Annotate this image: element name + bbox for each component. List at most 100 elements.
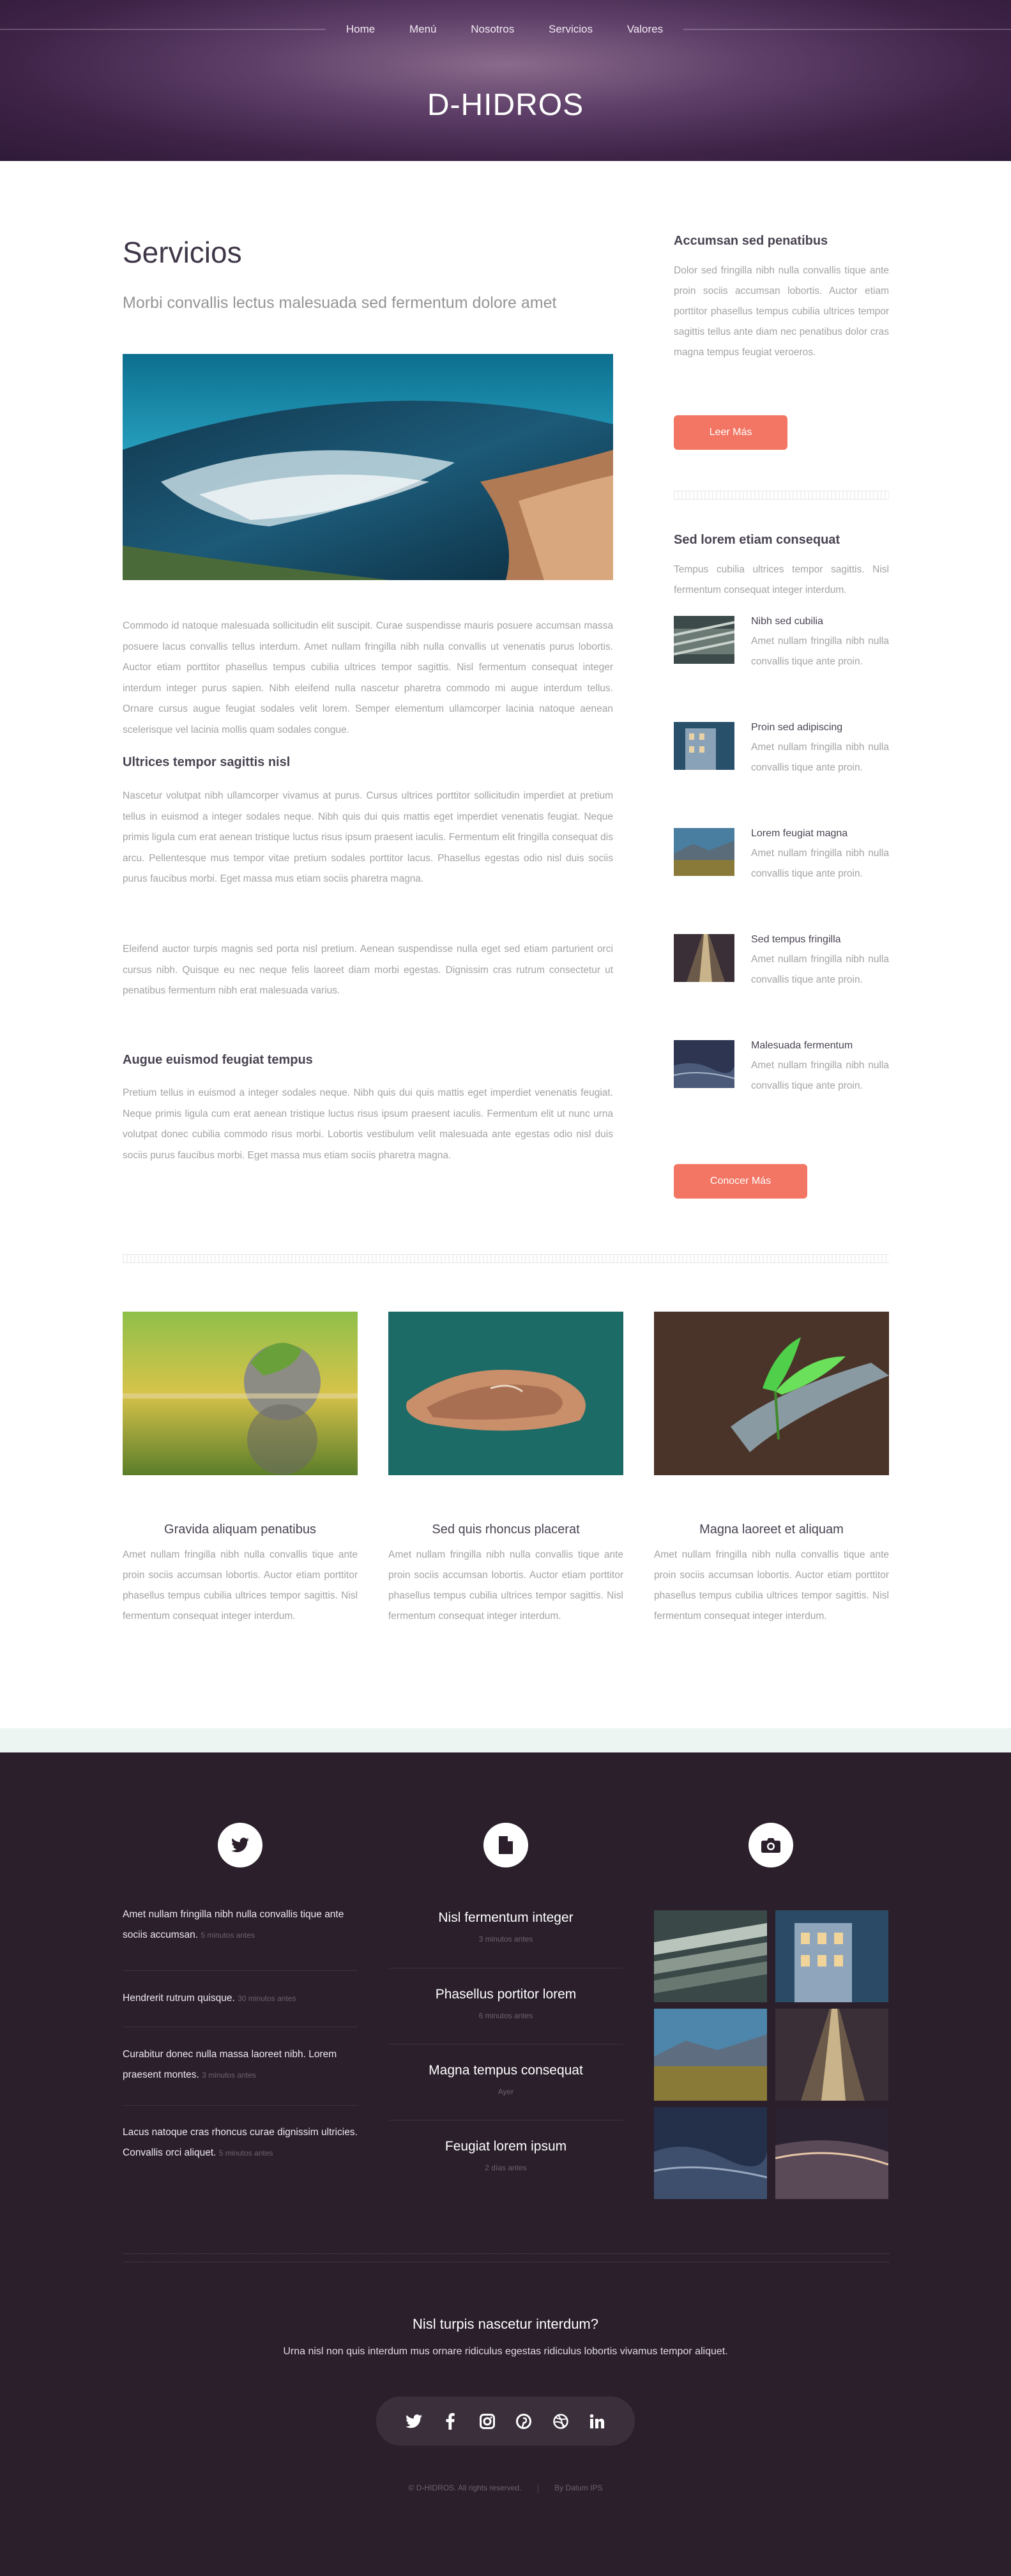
instagram-icon[interactable]: [476, 2411, 498, 2432]
feature-text: Amet nullam fringilla nibh nulla convall…: [388, 1549, 623, 1621]
item-text: Amet nullam fringilla nibh nulla convall…: [751, 848, 889, 879]
document-icon: [483, 1823, 528, 1867]
post-title[interactable]: Nisl fermentum integer: [388, 1910, 623, 1926]
gallery-image[interactable]: [775, 2107, 888, 2199]
site-title[interactable]: D-HIDROS: [0, 88, 1011, 123]
post-item[interactable]: Magna tempus consequat Ayer: [388, 2063, 623, 2096]
post-title[interactable]: Magna tempus consequat: [388, 2063, 623, 2078]
intro-paragraph: Commodo id natoque malesuada sollicitudi…: [123, 620, 613, 735]
tweet-time: 3 minutos antes: [202, 2071, 256, 2080]
post-item[interactable]: Nisl fermentum integer 3 minutos antes: [388, 1910, 623, 1943]
sidebar-box2-title: Sed lorem etiam consequat: [674, 533, 840, 547]
gallery-image[interactable]: [654, 2107, 767, 2199]
section2-paragraph: Pretium tellus in euismod a integer soda…: [123, 1087, 613, 1161]
tweet-separator: [123, 2105, 358, 2106]
feature-image[interactable]: [388, 1312, 623, 1475]
sidebar-list-item[interactable]: Lorem feugiat magna Amet nullam fringill…: [674, 828, 889, 917]
item-thumbnail: [674, 616, 734, 664]
feature-card: Gravida aliquam penatibus Amet nullam fr…: [123, 1312, 358, 1627]
item-thumbnail: [674, 934, 734, 982]
gallery-image[interactable]: [654, 1910, 767, 2002]
post-title[interactable]: Phasellus portitor lorem: [388, 1987, 623, 2002]
closing-text: Urna nisl non quis interdum mus ornare r…: [283, 2346, 728, 2357]
page-title: Servicios: [123, 236, 242, 269]
tweet-text: Hendrerit rutrum quisque.: [123, 1993, 235, 2004]
item-text: Amet nullam fringilla nibh nulla convall…: [751, 954, 889, 985]
feature-card: Magna laoreet et aliquam Amet nullam fri…: [654, 1312, 889, 1627]
feature-image[interactable]: [123, 1312, 358, 1475]
tweet-item: Lacus natoque cras rhoncus curae digniss…: [123, 2122, 358, 2163]
main-nav: Home Menú Nosotros Servicios Valores: [329, 19, 680, 40]
tweet-time: 30 minutos antes: [238, 1994, 296, 2003]
section-divider: [123, 1254, 889, 1263]
facebook-icon[interactable]: [439, 2411, 461, 2432]
nav-line-right: [683, 29, 1011, 30]
sidebar-box1-title: Accumsan sed penatibus: [674, 234, 828, 248]
sidebar-list-item[interactable]: Proin sed adipiscing Amet nullam fringil…: [674, 722, 889, 811]
gallery-image[interactable]: [775, 2009, 888, 2101]
nav-item-valores[interactable]: Valores: [627, 23, 663, 36]
sidebar-list-item[interactable]: Nibh sed cubilia Amet nullam fringilla n…: [674, 616, 889, 705]
item-title: Sed tempus fringilla: [751, 934, 841, 945]
leer-mas-button[interactable]: Leer Más: [674, 415, 787, 450]
footer-divider: [123, 2253, 889, 2262]
dribbble-icon[interactable]: [550, 2411, 572, 2432]
item-text: Amet nullam fringilla nibh nulla convall…: [751, 742, 889, 773]
credit-link[interactable]: By Datum IPS: [554, 2483, 602, 2492]
post-item[interactable]: Phasellus portitor lorem 6 minutos antes: [388, 1987, 623, 2020]
item-text: Amet nullam fringilla nibh nulla convall…: [751, 1060, 889, 1091]
tweet-separator: [123, 1970, 358, 1971]
nav-item-menu[interactable]: Menú: [409, 23, 437, 36]
feature-image[interactable]: [654, 1312, 889, 1475]
site-header: Home Menú Nosotros Servicios Valores D-H…: [0, 0, 1011, 161]
camera-icon: [749, 1823, 793, 1867]
section1-paragraph-1: Nascetur volutpat nibh ullamcorper vivam…: [123, 790, 613, 884]
tweet-time: 5 minutos antes: [201, 1931, 255, 1940]
item-thumbnail: [674, 722, 734, 770]
section2-title: Augue euismod feugiat tempus: [123, 1053, 313, 1067]
page-subtitle: Morbi convallis lectus malesuada sed fer…: [123, 294, 557, 312]
tweet-item: Hendrerit rutrum quisque. 30 minutos ant…: [123, 1988, 358, 2009]
post-title[interactable]: Feugiat lorem ipsum: [388, 2139, 623, 2154]
sidebar-box2-text: Tempus cubilia ultrices tempor sagittis.…: [674, 564, 889, 595]
feature-card: Sed quis rhoncus placerat Amet nullam fr…: [388, 1312, 623, 1627]
nav-item-home[interactable]: Home: [346, 23, 375, 36]
post-date: 3 minutos antes: [478, 1935, 533, 1943]
light-band: [0, 1728, 1011, 1752]
section1-paragraph-2: Eleifend auctor turpis magnis sed porta …: [123, 944, 613, 996]
feature-title: Sed quis rhoncus placerat: [432, 1522, 580, 1537]
nav-item-nosotros[interactable]: Nosotros: [471, 23, 514, 36]
linkedin-icon[interactable]: [586, 2411, 608, 2432]
post-date: 2 días antes: [485, 2163, 527, 2172]
item-title: Malesuada fermentum: [751, 1040, 853, 1051]
gallery-image[interactable]: [654, 2009, 767, 2101]
item-title: Nibh sed cubilia: [751, 616, 823, 627]
tweet-time: 5 minutos antes: [218, 2149, 273, 2158]
nav-line-left: [0, 29, 326, 30]
section1-title: Ultrices tempor sagittis nisl: [123, 755, 291, 769]
feature-title: Gravida aliquam penatibus: [164, 1522, 316, 1537]
item-text: Amet nullam fringilla nibh nulla convall…: [751, 636, 889, 667]
copyright-text: © D-HIDROS. All rights reserved.: [408, 2483, 522, 2492]
sidebar-list-item[interactable]: Sed tempus fringilla Amet nullam fringil…: [674, 934, 889, 1023]
conocer-mas-button[interactable]: Conocer Más: [674, 1164, 807, 1199]
pinterest-icon[interactable]: [513, 2411, 535, 2432]
sidebar-box1-text: Dolor sed fringilla nibh nulla convallis…: [674, 265, 889, 358]
post-date: Ayer: [498, 2087, 514, 2096]
sidebar-divider: [674, 491, 889, 500]
feature-title: Magna laoreet et aliquam: [699, 1522, 844, 1537]
feature-text: Amet nullam fringilla nibh nulla convall…: [654, 1549, 889, 1621]
social-bar: [376, 2396, 635, 2446]
hero-image: [123, 354, 613, 580]
tweet-item: Curabitur donec nulla massa laoreet nibh…: [123, 2044, 358, 2085]
item-title: Proin sed adipiscing: [751, 722, 843, 733]
sidebar-list-item[interactable]: Malesuada fermentum Amet nullam fringill…: [674, 1040, 889, 1130]
closing-title: Nisl turpis nascetur interdum?: [412, 2316, 598, 2332]
twitter-icon[interactable]: [403, 2411, 425, 2432]
nav-item-servicios[interactable]: Servicios: [549, 23, 593, 36]
post-item[interactable]: Feugiat lorem ipsum 2 días antes: [388, 2139, 623, 2172]
twitter-icon: [218, 1823, 262, 1867]
tweet-item: Amet nullam fringilla nibh nulla convall…: [123, 1905, 358, 1945]
gallery-image[interactable]: [775, 1910, 888, 2002]
feature-text: Amet nullam fringilla nibh nulla convall…: [123, 1549, 358, 1621]
